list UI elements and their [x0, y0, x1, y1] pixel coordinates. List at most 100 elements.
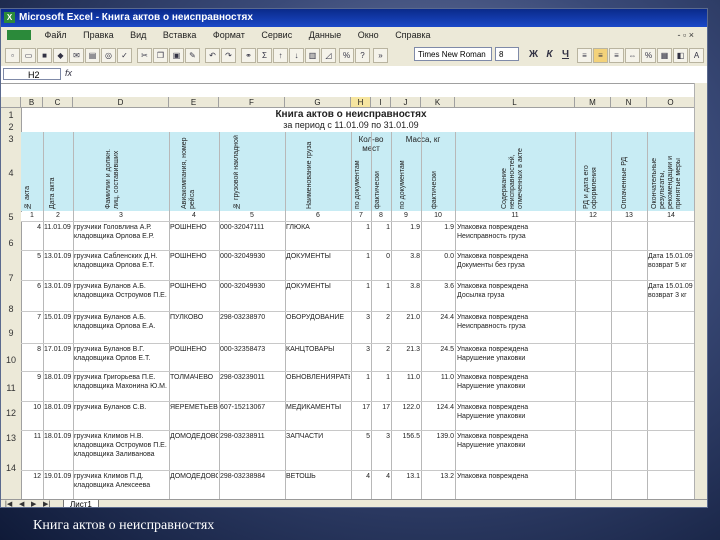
cell-persons[interactable]: грузчика Григорьева П.Е. кладовщика Махон… [74, 373, 169, 400]
cell-date[interactable]: 18.01.09 [44, 403, 73, 412]
cell-persons[interactable]: грузчика Климов П.Д. кладовщика Алексеева [74, 472, 169, 499]
cell-defect[interactable]: Упаковка повреждена Нарушение упаковки [457, 403, 574, 430]
cell-defect[interactable]: Упаковка повреждена [457, 472, 574, 499]
spelling-icon[interactable]: ✓ [117, 48, 132, 63]
column-header-c[interactable]: C [43, 97, 73, 108]
cell-n[interactable]: 11 [23, 432, 41, 441]
borders-icon[interactable]: ▦ [657, 48, 672, 63]
cell-awb[interactable]: 298-03238911 [220, 432, 284, 441]
prev-sheet-icon[interactable]: ◀ [19, 500, 24, 507]
cell-qf[interactable]: 3 [372, 432, 390, 441]
name-box[interactable]: Н2 [3, 68, 61, 80]
row-header-6[interactable]: 6 [1, 238, 21, 248]
select-all-corner[interactable] [1, 97, 21, 108]
currency-icon[interactable]: % [641, 48, 656, 63]
cell-qf[interactable]: 4 [372, 472, 390, 481]
font-color-icon[interactable]: A [689, 48, 704, 63]
cell-md[interactable]: 1.9 [392, 223, 420, 232]
cell-md[interactable]: 21.3 [392, 345, 420, 354]
cell-qd[interactable]: 5 [352, 432, 370, 441]
cell-airline[interactable]: ДОМОДЕДОВО [170, 432, 218, 459]
cell-md[interactable]: 3.8 [392, 282, 420, 291]
cell-n[interactable]: 9 [23, 373, 41, 382]
cell-mf[interactable]: 13.2 [422, 472, 454, 481]
cell-qf[interactable]: 2 [372, 313, 390, 322]
cell-defect[interactable]: Упаковка повреждена Нарушение упаковки [457, 432, 574, 459]
cell-date[interactable]: 18.01.09 [44, 432, 73, 441]
menu-data[interactable]: Данные [302, 27, 349, 44]
cell-qf[interactable]: 1 [372, 373, 390, 382]
fx-icon[interactable]: fx [65, 68, 72, 78]
cell-qd[interactable]: 1 [352, 223, 370, 232]
align-center-icon[interactable]: ≡ [593, 48, 608, 63]
cell-awb[interactable]: 298-03238984 [220, 472, 284, 481]
email-icon[interactable]: ✉ [69, 48, 84, 63]
cell-mf[interactable]: 139.0 [422, 432, 454, 441]
help-icon[interactable]: ? [355, 48, 370, 63]
paste-icon[interactable]: ▣ [169, 48, 184, 63]
window-controls[interactable]: - ▫ × [671, 27, 701, 44]
cell-persons[interactable]: грузчика Буланов В.Г. кладовщика Орлов Е.… [74, 345, 169, 372]
cell-qf[interactable]: 1 [372, 223, 390, 232]
cell-qf[interactable]: 0 [372, 252, 390, 261]
copy-icon[interactable]: ❐ [153, 48, 168, 63]
chart-wizard-icon[interactable]: ▥ [305, 48, 320, 63]
column-header-k[interactable]: K [421, 97, 455, 108]
cell-airline[interactable]: ТОЛМАЧЕВО [170, 373, 218, 400]
cell-qd[interactable]: 4 [352, 472, 370, 481]
workbook-icon[interactable] [7, 30, 31, 40]
merge-center-icon[interactable]: ⇔ [625, 48, 640, 63]
redo-icon[interactable]: ↷ [221, 48, 236, 63]
new-icon[interactable]: ▫ [5, 48, 20, 63]
cell-persons[interactable]: грузчика Климов Н.В. кладовщика Остроумов… [74, 432, 169, 459]
row-header-12[interactable]: 12 [1, 408, 21, 418]
cell-md[interactable]: 3.8 [392, 252, 420, 261]
sort-asc-icon[interactable]: ↑ [273, 48, 288, 63]
cell-defect[interactable]: Упаковка повреждена Документы без груза [457, 252, 574, 279]
menu-tools[interactable]: Сервис [254, 27, 299, 44]
column-header-g[interactable]: G [285, 97, 351, 108]
sort-desc-icon[interactable]: ↓ [289, 48, 304, 63]
cell-date[interactable]: 19.01.09 [44, 472, 73, 481]
undo-icon[interactable]: ↶ [205, 48, 220, 63]
cell-defect[interactable]: Упаковка повреждена Нарушение упаковки [457, 373, 574, 400]
cell-qf[interactable]: 17 [372, 403, 390, 412]
cell-qf[interactable]: 2 [372, 345, 390, 354]
cell-qd[interactable]: 3 [352, 345, 370, 354]
menu-insert[interactable]: Вставка [156, 27, 203, 44]
cell-qd[interactable]: 1 [352, 373, 370, 382]
cell-date[interactable]: 18.01.09 [44, 373, 73, 382]
sheet-tab-list1[interactable]: Лист1 [63, 500, 99, 507]
cell-airline[interactable]: ПУЛКОВО [170, 313, 218, 340]
save-icon[interactable]: ■ [37, 48, 52, 63]
cell-name[interactable]: ГЛЮКА [286, 223, 350, 232]
cell-md[interactable]: 11.0 [392, 373, 420, 382]
row-header-7[interactable]: 7 [1, 273, 21, 283]
cell-name[interactable]: КАНЦТОВАРЫ [286, 345, 350, 354]
open-icon[interactable]: ▭ [21, 48, 36, 63]
cell-awb[interactable]: 000-32049930 [220, 252, 284, 261]
cell-awb[interactable]: 607-15213067 [220, 403, 284, 412]
cell-awb[interactable]: 298-03239011 [220, 373, 284, 382]
cell-date[interactable]: 15.01.09 [44, 313, 73, 322]
row-header-14[interactable]: 14 [1, 463, 21, 473]
align-right-icon[interactable]: ≡ [609, 48, 624, 63]
cell-persons[interactable]: грузчика Буланов С.В. [74, 403, 169, 430]
cell-md[interactable]: 13.1 [392, 472, 420, 481]
row-header-13[interactable]: 13 [1, 433, 21, 443]
cell-result[interactable] [648, 223, 693, 250]
cell-awb[interactable]: 000-32047111 [220, 223, 284, 232]
cell-airline[interactable]: ДОМОДЕДОВО [170, 472, 218, 499]
row-header-4[interactable]: 4 [1, 168, 21, 178]
cell-awb[interactable]: 000-32358473 [220, 345, 284, 354]
cell-defect[interactable]: Упаковка повреждена Неисправность груза [457, 313, 574, 340]
print-preview-icon[interactable]: ◎ [101, 48, 116, 63]
column-header-h[interactable]: H [351, 97, 371, 108]
row-header-3[interactable]: 3 [1, 134, 21, 144]
vertical-scrollbar[interactable] [694, 83, 707, 499]
cell-airline[interactable]: РОШНЕНО [170, 223, 218, 250]
cell-date[interactable]: 11.01.09 [44, 223, 73, 232]
column-header-e[interactable]: E [169, 97, 219, 108]
cell-awb[interactable]: 298-03238970 [220, 313, 284, 322]
cell-name[interactable]: МЕДИКАМЕНТЫ [286, 403, 350, 412]
